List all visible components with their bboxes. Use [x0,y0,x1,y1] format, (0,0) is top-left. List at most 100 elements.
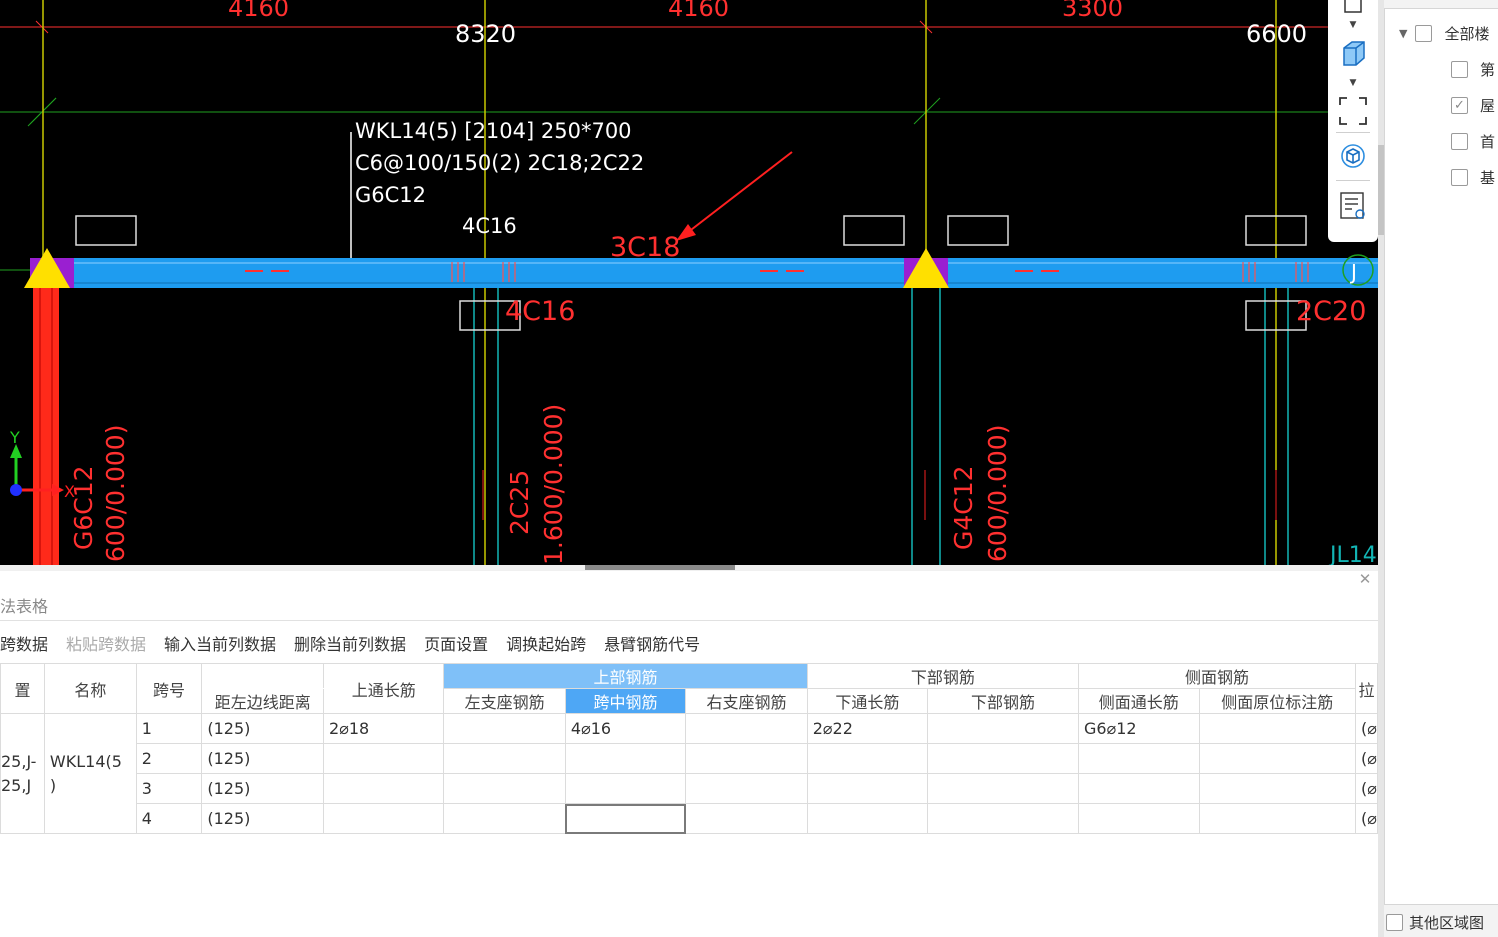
cell-right-support[interactable] [685,713,808,744]
tree-item-floor-1[interactable]: 第 [1451,57,1495,81]
other-area-option[interactable]: 其他区域图 [1386,912,1484,933]
table-row[interactable]: 4 (125) (⌀ [1,803,1378,834]
checkbox-checked[interactable]: ✓ [1451,96,1468,114]
header-group-side-rebar[interactable]: 侧面钢筋 [1078,663,1357,689]
cell-side-orig[interactable] [1198,713,1357,744]
panel-title: 法表格 [0,597,49,616]
page-setup-button[interactable]: 页面设置 [424,631,488,655]
view-cube-icon[interactable] [1337,140,1369,172]
cell-extra[interactable]: (⌀ [1355,803,1378,834]
delete-column-data-button[interactable]: 删除当前列数据 [294,631,406,655]
input-column-data-button[interactable]: 输入当前列数据 [164,631,276,655]
tree-item-roof[interactable]: ✓ 屋 [1451,93,1495,117]
cell-left-support[interactable] [443,713,566,744]
cell-top-through[interactable] [323,743,445,774]
cell-side-through[interactable] [1078,803,1200,834]
cell-mid-span-selected[interactable] [564,803,687,834]
cell-right-support[interactable] [685,773,808,804]
cell-mid-span[interactable] [564,773,687,804]
header-right-support[interactable]: 右支座钢筋 [685,688,808,714]
cell-side-orig[interactable] [1198,773,1357,804]
checkbox[interactable] [1415,24,1433,42]
cell-mid-span[interactable] [564,743,687,774]
table-row[interactable]: 25,J- 25,J WKL14(5 ) 1 (125) 2⌀18 4⌀16 2… [0,713,1378,834]
header-bottom-through[interactable]: 下通长筋 [806,688,929,714]
header-left-support[interactable]: 左支座钢筋 [443,688,566,714]
cell-top-through[interactable] [323,803,445,834]
cell-extra[interactable]: (⌀ [1355,773,1378,804]
cad-canvas[interactable]: 4160 8320 4160 3300 6600 WKL14(5) [2104]… [0,0,1378,565]
cell-side-through[interactable]: G6⌀12 [1078,713,1200,744]
copy-span-data-button[interactable]: 跨数据 [0,631,48,655]
cell-bottom-rebar[interactable] [927,713,1080,744]
dropdown-arrow-icon[interactable]: ▼ [1346,20,1360,30]
checkbox[interactable] [1386,914,1403,931]
cell-span[interactable]: 3 [135,773,203,804]
header-side-through[interactable]: 侧面通长筋 [1078,688,1200,714]
header-mid-span[interactable]: 跨中钢筋 [564,688,687,714]
header-dist-left[interactable]: 距左边线距离 [201,688,325,714]
cell-mid-span[interactable]: 4⌀16 [564,713,687,744]
cell-bottom-through[interactable] [806,773,929,804]
3d-box-icon[interactable] [1337,37,1369,69]
cell-side-orig[interactable] [1198,743,1357,774]
header-extra[interactable]: 拉 [1355,663,1378,714]
cell-extra[interactable]: (⌀ [1355,743,1378,774]
cell-span[interactable]: 1 [135,713,203,744]
dim-label-5: 6600 [1246,20,1307,48]
splitter-handle[interactable] [585,565,735,570]
tree-item-all[interactable]: ▼ 全部楼 [1399,21,1489,45]
cell-name[interactable]: WKL14(5 ) [43,713,137,834]
cell-right-support[interactable] [685,803,808,834]
cell-top-through[interactable]: 2⌀18 [323,713,445,744]
cantilever-rebar-code-button[interactable]: 悬臂钢筋代号 [604,631,700,655]
cell-side-orig[interactable] [1198,803,1357,834]
header-side-orig[interactable]: 侧面原位标注筋 [1198,688,1357,714]
tree-item-base[interactable]: 基 [1451,165,1495,189]
swap-start-span-button[interactable]: 调换起始跨 [506,631,586,655]
cell-top-through[interactable] [323,773,445,804]
header-span[interactable]: 跨号 [135,663,203,714]
column-1[interactable] [33,285,59,565]
cell-extra[interactable]: (⌀ [1355,713,1378,744]
tree-item-first[interactable]: 首 [1451,129,1495,153]
cad-drawing[interactable]: 4160 8320 4160 3300 6600 WKL14(5) [2104]… [0,0,1378,565]
header-top-through[interactable]: 上通长筋 [323,663,445,714]
cell-side-through[interactable] [1078,773,1200,804]
cell-bottom-through[interactable] [806,803,929,834]
cell-dist[interactable]: (125) [201,803,325,834]
header-position[interactable]: 置 [0,663,45,714]
checkbox[interactable] [1451,60,1468,78]
checkbox[interactable] [1451,168,1468,186]
cell-bottom-rebar[interactable] [927,773,1080,804]
cell-left-support[interactable] [443,773,566,804]
view-cube-top-icon[interactable] [1337,0,1369,18]
cell-left-support[interactable] [443,743,566,774]
property-view-icon[interactable] [1337,190,1369,222]
header-group-top-rebar[interactable]: 上部钢筋 [443,663,808,689]
cell-left-support[interactable] [443,803,566,834]
table-row[interactable]: 2 (125) (⌀ [1,743,1378,774]
cell-dist[interactable]: (125) [201,713,325,744]
dropdown-arrow-icon[interactable]: ▼ [1346,78,1360,88]
table-row[interactable]: 3 (125) (⌀ [1,773,1378,804]
paste-span-data-button[interactable]: 粘贴跨数据 [66,631,146,655]
expand-arrow-icon[interactable]: ▼ [1399,27,1407,40]
close-icon[interactable]: ✕ [1357,571,1373,587]
header-group-bottom-rebar[interactable]: 下部钢筋 [806,663,1080,689]
cell-span[interactable]: 4 [135,803,203,834]
cell-bottom-through[interactable]: 2⌀22 [806,713,929,744]
cell-side-through[interactable] [1078,743,1200,774]
fullscreen-icon[interactable] [1337,95,1369,127]
cell-bottom-rebar[interactable] [927,803,1080,834]
cell-dist[interactable]: (125) [201,743,325,774]
cell-bottom-rebar[interactable] [927,743,1080,774]
cell-bottom-through[interactable] [806,743,929,774]
cell-span[interactable]: 2 [135,743,203,774]
header-name[interactable]: 名称 [43,663,137,714]
cell-right-support[interactable] [685,743,808,774]
cell-position[interactable]: 25,J- 25,J [0,713,45,834]
checkbox[interactable] [1451,132,1468,150]
header-bottom-rebar[interactable]: 下部钢筋 [927,688,1080,714]
cell-dist[interactable]: (125) [201,773,325,804]
